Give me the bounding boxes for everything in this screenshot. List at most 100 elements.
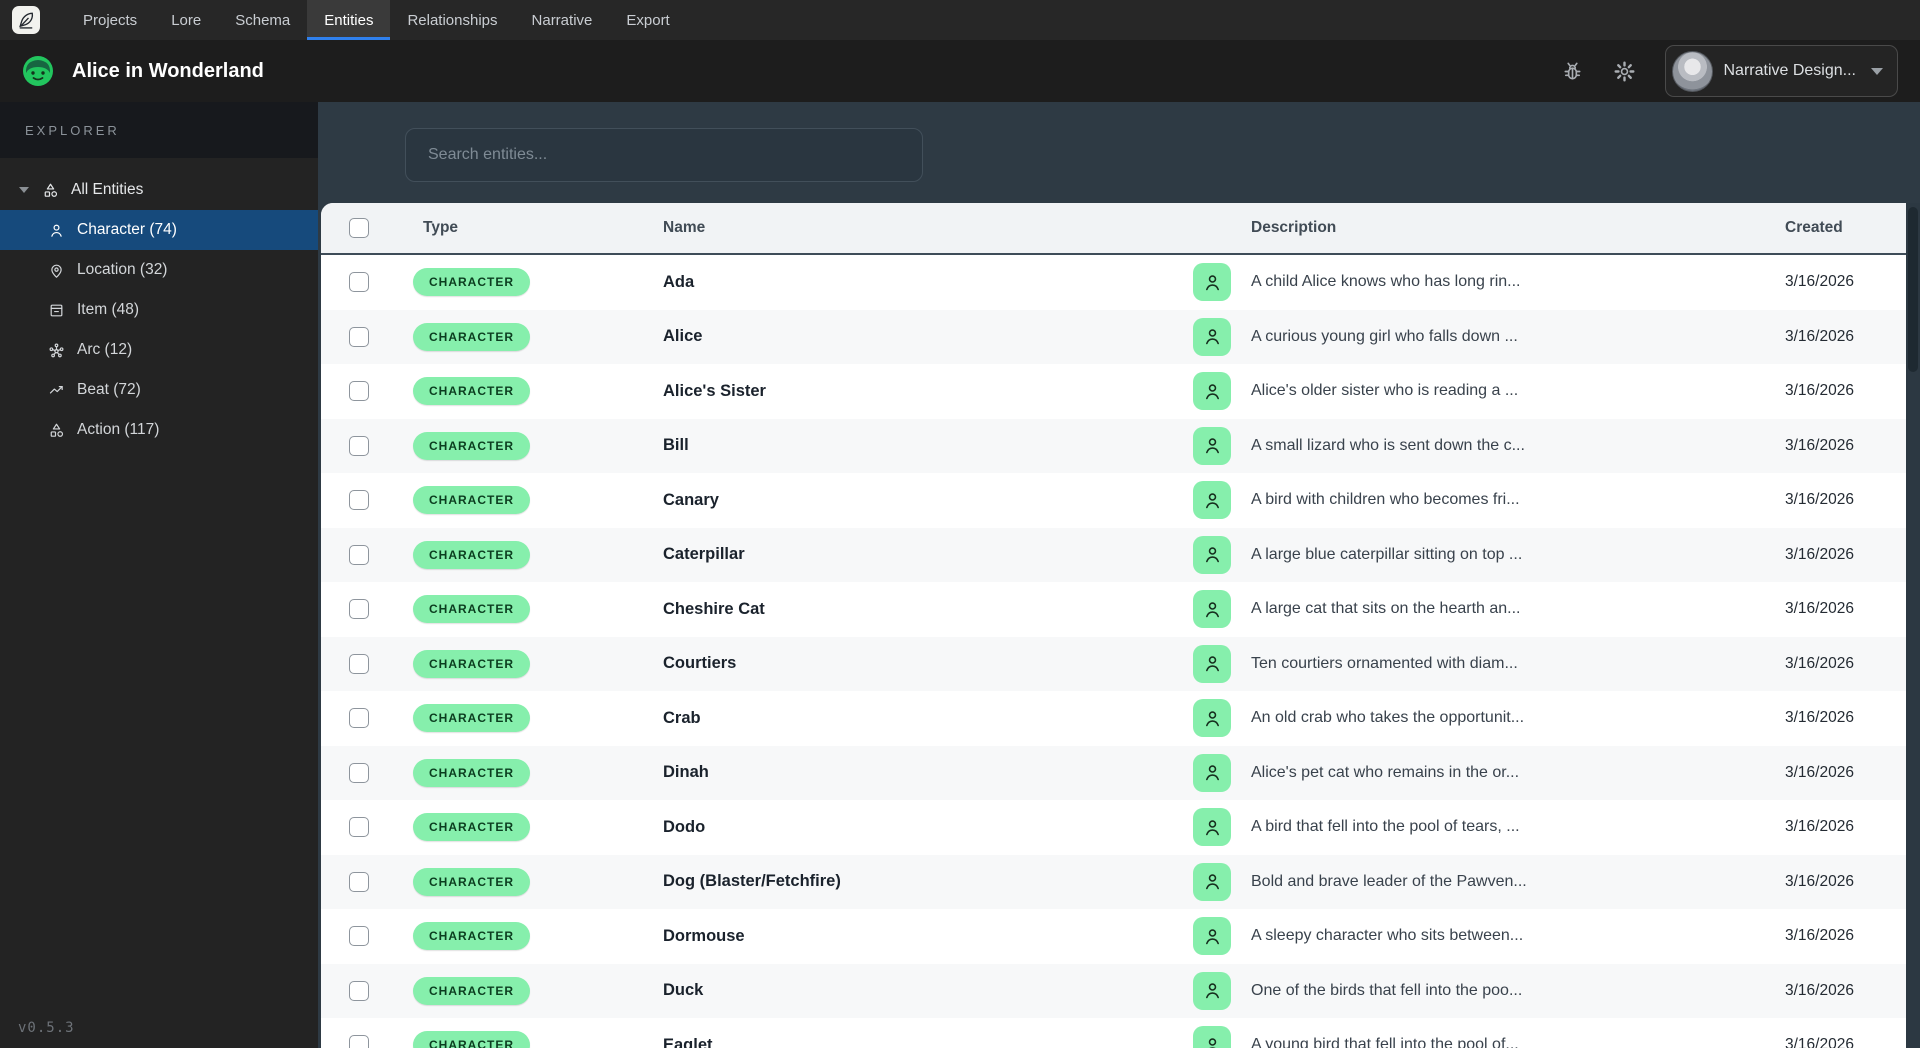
entity-name[interactable]: Ada <box>663 273 1193 292</box>
row-checkbox[interactable] <box>349 490 369 511</box>
entity-description: Alice's pet cat who remains in the or... <box>1251 763 1520 781</box>
table-row[interactable]: CHARACTER Cheshire Cat A large cat that si… <box>321 582 1920 637</box>
entity-created-date: 3/16/2026 <box>1785 654 1854 672</box>
explorer-sidebar: EXPLORER All Entities Character (74) Locat… <box>0 102 318 1048</box>
character-avatar <box>1193 317 1231 356</box>
entity-name[interactable]: Dog (Blaster/Fetchfire) <box>663 872 1193 891</box>
entity-created-date: 3/16/2026 <box>1785 545 1854 563</box>
table-row[interactable]: CHARACTER Ada A child Alice knows who has … <box>321 255 1920 310</box>
app-logo[interactable] <box>12 6 40 34</box>
character-avatar <box>1193 917 1231 956</box>
bug-report-button[interactable] <box>1561 59 1585 83</box>
row-checkbox[interactable] <box>349 272 369 293</box>
row-checkbox[interactable] <box>349 381 369 402</box>
entity-name[interactable]: Dormouse <box>663 927 1193 946</box>
row-checkbox[interactable] <box>349 817 369 838</box>
entity-created-date: 3/16/2026 <box>1785 382 1854 400</box>
table-row[interactable]: CHARACTER Alice's Sister Alice's older sis… <box>321 364 1920 419</box>
row-checkbox[interactable] <box>349 762 369 783</box>
type-badge: CHARACTER <box>413 704 530 733</box>
row-checkbox[interactable] <box>349 926 369 947</box>
character-avatar <box>1193 644 1231 683</box>
row-checkbox[interactable] <box>349 980 369 1001</box>
character-avatar <box>1193 481 1231 520</box>
account-menu[interactable]: Narrative Design... <box>1664 45 1898 97</box>
table-scrollbar[interactable] <box>1906 203 1920 1048</box>
sidebar-item-arc-12[interactable]: Arc (12) <box>0 330 318 370</box>
entity-description: Alice's older sister who is reading a ..… <box>1251 382 1519 400</box>
row-checkbox[interactable] <box>349 1035 369 1048</box>
table-row[interactable]: CHARACTER Dog (Blaster/Fetchfire) Bold and… <box>321 854 1920 909</box>
entity-created-date: 3/16/2026 <box>1785 436 1854 454</box>
scrollbar-thumb[interactable] <box>1908 207 1918 372</box>
tab-schema[interactable]: Schema <box>218 0 307 40</box>
entity-name[interactable]: Eaglet <box>663 1036 1193 1048</box>
character-avatar <box>1193 753 1231 792</box>
select-all-checkbox[interactable] <box>349 218 369 238</box>
row-checkbox[interactable] <box>349 599 369 620</box>
settings-button[interactable] <box>1613 59 1637 83</box>
entity-name[interactable]: Canary <box>663 491 1193 510</box>
entity-created-date: 3/16/2026 <box>1785 600 1854 618</box>
sidebar-item-action-117[interactable]: Action (117) <box>0 410 318 450</box>
character-avatar <box>1193 263 1231 302</box>
entity-name[interactable]: Dinah <box>663 763 1193 782</box>
character-avatar <box>1193 535 1231 574</box>
table-row[interactable]: CHARACTER Duck One of the birds that fell … <box>321 963 1920 1018</box>
column-header-type: Type <box>423 219 459 236</box>
search-input[interactable] <box>405 128 923 182</box>
entity-name[interactable]: Bill <box>663 436 1193 455</box>
entity-name[interactable]: Alice <box>663 327 1193 346</box>
table-row[interactable]: CHARACTER Eaglet A young bird that fell in… <box>321 1018 1920 1048</box>
entity-created-date: 3/16/2026 <box>1785 327 1854 345</box>
app-version: v0.5.3 <box>18 1020 75 1036</box>
type-badge: CHARACTER <box>413 922 530 951</box>
entity-name[interactable]: Caterpillar <box>663 545 1193 564</box>
tab-lore[interactable]: Lore <box>154 0 218 40</box>
tab-relationships[interactable]: Relationships <box>390 0 514 40</box>
entity-description: An old crab who takes the opportunit... <box>1251 709 1525 727</box>
archive-icon <box>48 302 65 319</box>
sidebar-item-beat-72[interactable]: Beat (72) <box>0 370 318 410</box>
row-checkbox[interactable] <box>349 326 369 347</box>
entity-name[interactable]: Cheshire Cat <box>663 600 1193 619</box>
table-row[interactable]: CHARACTER Canary A bird with children who … <box>321 473 1920 528</box>
entity-created-date: 3/16/2026 <box>1785 1036 1854 1048</box>
person-icon <box>48 222 65 239</box>
entity-created-date: 3/16/2026 <box>1785 273 1854 291</box>
character-avatar <box>1193 426 1231 465</box>
sidebar-item-item-48[interactable]: Item (48) <box>0 290 318 330</box>
table-row[interactable]: CHARACTER Alice A curious young girl who f… <box>321 309 1920 364</box>
sidebar-item-location-32[interactable]: Location (32) <box>0 250 318 290</box>
row-checkbox[interactable] <box>349 544 369 565</box>
table-row[interactable]: CHARACTER Crab An old crab who takes the o… <box>321 691 1920 746</box>
tab-entities[interactable]: Entities <box>307 0 391 40</box>
table-body: CHARACTER Ada A child Alice knows who has … <box>321 255 1920 1048</box>
entity-created-date: 3/16/2026 <box>1785 981 1854 999</box>
table-row[interactable]: CHARACTER Dormouse A sleepy character who … <box>321 909 1920 964</box>
character-avatar <box>1193 808 1231 847</box>
entity-name[interactable]: Duck <box>663 981 1193 1000</box>
table-row[interactable]: CHARACTER Courtiers Ten courtiers ornament… <box>321 636 1920 691</box>
entity-name[interactable]: Dodo <box>663 818 1193 837</box>
entity-name[interactable]: Crab <box>663 709 1193 728</box>
shapes-icon <box>48 422 65 439</box>
tab-export[interactable]: Export <box>609 0 686 40</box>
table-row[interactable]: CHARACTER Caterpillar A large blue caterpi… <box>321 527 1920 582</box>
entity-name[interactable]: Alice's Sister <box>663 382 1193 401</box>
tab-narrative[interactable]: Narrative <box>515 0 610 40</box>
table-row[interactable]: CHARACTER Bill A small lizard who is sent … <box>321 418 1920 473</box>
entity-description: A large cat that sits on the hearth an..… <box>1251 600 1521 618</box>
table-row[interactable]: CHARACTER Dodo A bird that fell into the p… <box>321 800 1920 855</box>
sidebar-item-all-entities[interactable]: All Entities <box>0 170 318 210</box>
entity-name[interactable]: Courtiers <box>663 654 1193 673</box>
row-checkbox[interactable] <box>349 871 369 892</box>
sidebar-item-character-74[interactable]: Character (74) <box>0 210 318 250</box>
entity-created-date: 3/16/2026 <box>1785 709 1854 727</box>
expand-caret-icon[interactable] <box>19 187 29 193</box>
row-checkbox[interactable] <box>349 653 369 674</box>
tab-projects[interactable]: Projects <box>66 0 154 40</box>
row-checkbox[interactable] <box>349 708 369 729</box>
row-checkbox[interactable] <box>349 435 369 456</box>
table-row[interactable]: CHARACTER Dinah Alice's pet cat who remain… <box>321 745 1920 800</box>
